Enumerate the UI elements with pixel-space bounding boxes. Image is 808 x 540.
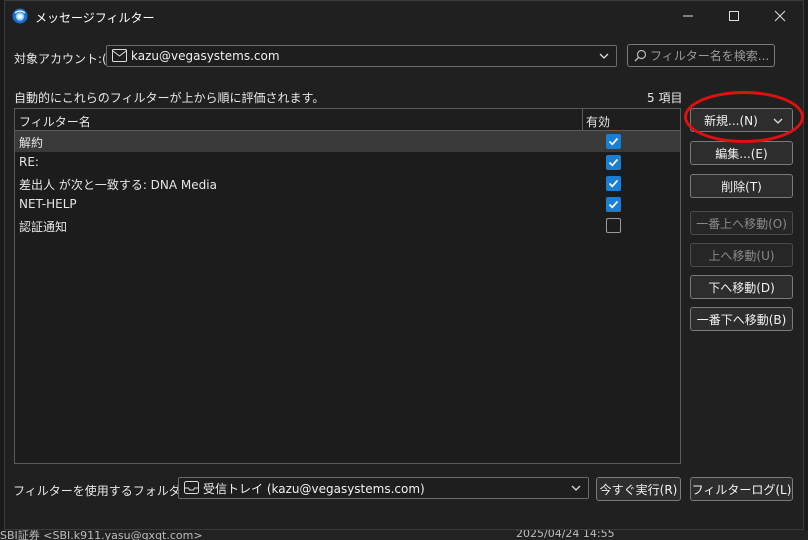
account-label: 対象アカウント:(F) [14,52,119,66]
message-filters-dialog: メッセージフィルター 対象アカウント:(F) kazu@vegasystems.… [4,0,804,530]
chevron-down-icon [773,118,783,124]
minimize-icon [683,15,693,17]
account-value: kazu@vegasystems.com [131,49,280,63]
background-date: 2025/04/24 14:55 [516,530,615,540]
edit-filter-button[interactable]: 編集...(E) [690,141,793,165]
title-bar[interactable]: メッセージフィルター [5,1,803,31]
window-title: メッセージフィルター [35,11,155,25]
filter-row[interactable]: 差出人 が次と一致する: DNA Media [15,173,680,194]
filter-search-input[interactable]: フィルター名を検索... [627,44,775,67]
filter-log-button[interactable]: フィルターログ(L) [690,477,793,501]
chevron-down-icon [599,53,609,59]
minimize-button[interactable] [665,1,711,31]
filter-name: NET-HELP [19,197,77,211]
account-select[interactable]: kazu@vegasystems.com [106,45,617,67]
list-header: フィルター名 有効 [15,109,680,131]
filter-row[interactable]: 解約 [15,131,680,152]
search-icon [634,49,647,62]
checkmark-icon [608,158,619,167]
move-down-button[interactable]: 下へ移動(D) [690,275,793,299]
filter-name: 認証通知 [19,220,68,234]
move-to-bottom-button[interactable]: 一番下へ移動(B) [690,307,793,331]
move-up-button[interactable]: 上へ移動(U) [690,243,793,267]
filter-name: RE: [19,155,39,169]
filter-name: 差出人 が次と一致する: DNA Media [19,178,217,192]
filter-enabled-checkbox[interactable] [606,176,621,191]
filter-enabled-checkbox[interactable] [606,134,621,149]
filter-enabled-checkbox[interactable] [606,155,621,170]
search-placeholder: フィルター名を検索... [650,49,770,63]
maximize-button[interactable] [711,1,757,31]
column-header-enabled[interactable]: 有効 [586,113,610,130]
filter-enabled-checkbox[interactable] [606,197,621,212]
inbox-icon [184,481,200,495]
checkmark-icon [608,137,619,146]
list-description: 自動的にこれらのフィルターが上から順に評価されます。 [14,91,325,105]
checkmark-icon [608,179,619,188]
new-filter-label: 新規...(N) [704,113,758,128]
mail-account-icon [112,49,128,63]
filter-list[interactable]: フィルター名 有効 解約 RE: 差出人 が次と一致する: DNA Media NET… [14,108,681,464]
delete-filter-button[interactable]: 削除(T) [690,174,793,198]
folder-value: 受信トレイ (kazu@vegasystems.com) [203,481,425,496]
filter-name: 解約 [19,136,44,150]
filter-row[interactable]: RE: [15,152,680,173]
filter-row[interactable]: NET-HELP [15,194,680,215]
close-button[interactable] [757,1,803,31]
column-header-name[interactable]: フィルター名 [19,113,91,130]
maximize-icon [729,11,739,21]
background-sender: SBI証券 <SBI.k911.yasu@qxqt.com> [0,530,203,540]
chevron-down-icon [571,485,581,491]
folder-select[interactable]: 受信トレイ (kazu@vegasystems.com) [178,477,589,499]
item-count: 5 項目 [647,91,683,105]
column-divider[interactable] [582,109,583,130]
filter-enabled-checkbox[interactable] [606,218,621,233]
filter-row[interactable]: 認証通知 [15,215,680,236]
checkmark-icon [608,200,619,209]
move-to-top-button[interactable]: 一番上へ移動(O) [690,211,793,235]
close-icon [774,10,786,22]
new-filter-button[interactable]: 新規...(N) [690,108,793,132]
background-message-row: SBI証券 <SBI.k911.yasu@qxqt.com> 2025/04/2… [0,530,808,540]
run-now-button[interactable]: 今すぐ実行(R) [596,477,681,501]
thunderbird-icon [12,8,28,24]
